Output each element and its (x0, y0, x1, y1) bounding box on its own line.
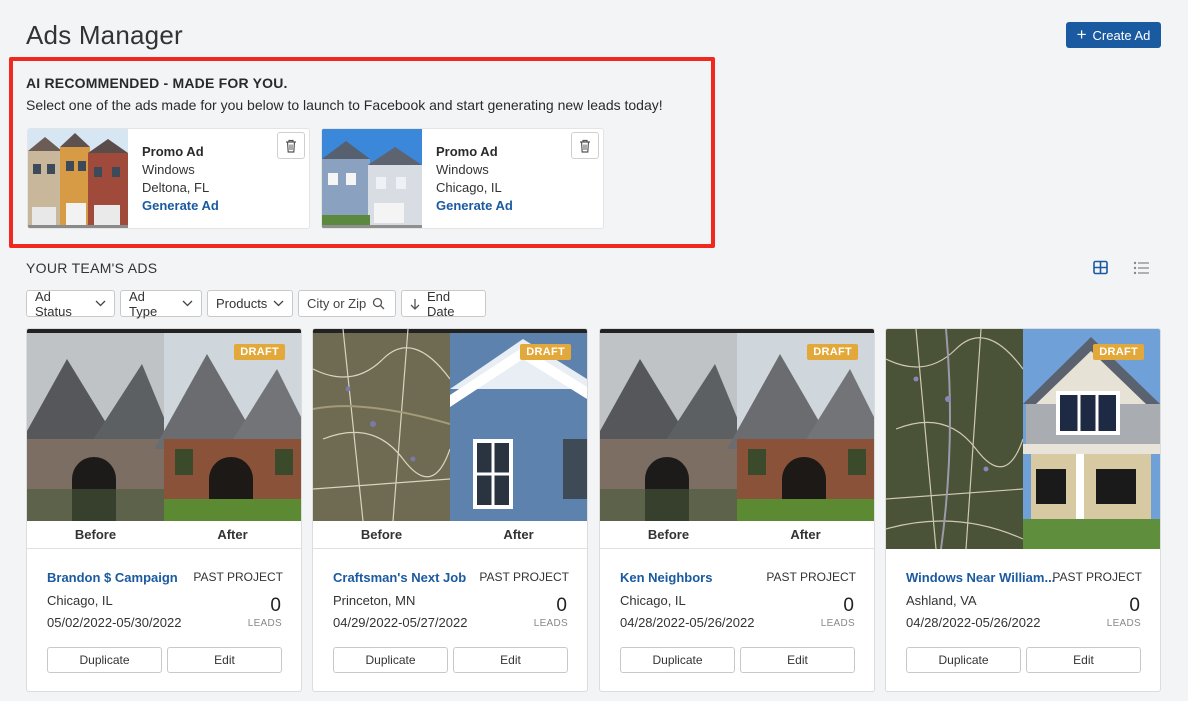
before-after-labels: Before After (600, 521, 874, 549)
leads-count: 0 (556, 595, 567, 616)
duplicate-button[interactable]: Duplicate (906, 647, 1021, 673)
list-view-icon[interactable] (1132, 260, 1150, 276)
ad-date-range: 04/29/2022-05/27/2022 (333, 615, 468, 630)
city-zip-placeholder: City or Zip (307, 296, 367, 311)
ad-title-link[interactable]: Craftsman's Next Job (333, 570, 468, 585)
city-zip-search[interactable]: City or Zip (298, 290, 396, 317)
ai-recommended-subtitle: Select one of the ads made for you below… (26, 97, 663, 113)
ad-card: DRAFT Before After Craftsman's Next Job … (312, 328, 588, 692)
leads-label: LEADS (820, 618, 855, 629)
page-title: Ads Manager (26, 20, 183, 50)
edit-button[interactable]: Edit (1026, 647, 1141, 673)
ad-type: PAST PROJECT (479, 570, 569, 584)
ad-type-filter[interactable]: Ad Type (120, 288, 202, 319)
promo-title: Promo Ad (436, 144, 498, 159)
trash-icon (580, 139, 590, 153)
ad-card: DRAFT Before After Ken Neighbors PAST PR… (599, 328, 875, 692)
ad-type-label: Ad Type (129, 288, 158, 319)
leads-count: 0 (270, 595, 281, 616)
leads-count: 0 (1129, 595, 1140, 616)
ad-title-link[interactable]: Ken Neighbors (620, 570, 755, 585)
ad-location: Princeton, MN (333, 593, 416, 608)
products-filter[interactable]: Products (207, 290, 293, 317)
ad-date-range: 04/28/2022-05/26/2022 (906, 615, 1041, 630)
after-label: After (217, 527, 248, 542)
after-label: After (503, 527, 534, 542)
promo-location: Deltona, FL (142, 180, 210, 195)
edit-button[interactable]: Edit (167, 647, 282, 673)
plus-icon: + (1076, 24, 1087, 44)
promo-card: Promo Ad Windows Chicago, IL Generate Ad (321, 128, 604, 229)
trash-icon (286, 139, 296, 153)
townhouse-thumbnail (322, 129, 422, 228)
end-date-label: End Date (427, 288, 455, 319)
ad-location: Chicago, IL (620, 593, 686, 608)
ad-card: DRAFT Before After Brandon $ Campaign PA… (26, 328, 302, 692)
edit-button[interactable]: Edit (453, 647, 568, 673)
promo-card: Promo Ad Windows Deltona, FL Generate Ad (27, 128, 310, 229)
ad-status-filter[interactable]: Ad Status (26, 288, 115, 319)
leads-label: LEADS (533, 618, 568, 629)
delete-promo-button[interactable] (571, 132, 599, 159)
duplicate-button[interactable]: Duplicate (620, 647, 735, 673)
before-label: Before (360, 527, 403, 542)
draft-badge: DRAFT (234, 344, 285, 360)
before-after-labels: Before After (313, 521, 587, 549)
draft-badge: DRAFT (1093, 344, 1144, 360)
ad-card: DRAFT Windows Near William... PAST PROJE… (885, 328, 1161, 692)
ai-recommended-panel: AI RECOMMENDED - MADE FOR YOU. Select on… (9, 57, 715, 248)
ai-recommended-title: AI RECOMMENDED - MADE FOR YOU. (26, 75, 288, 91)
team-ads-title: YOUR TEAM'S ADS (26, 260, 158, 276)
edit-button[interactable]: Edit (740, 647, 855, 673)
promo-product: Windows (436, 162, 489, 177)
draft-badge: DRAFT (807, 344, 858, 360)
chevron-down-icon (273, 300, 284, 307)
arrow-down-icon (410, 298, 420, 310)
chevron-down-icon (182, 300, 193, 307)
before-label: Before (647, 527, 690, 542)
ad-title-link[interactable]: Brandon $ Campaign (47, 570, 182, 585)
create-ad-label: Create Ad (1092, 27, 1151, 43)
before-label: Before (74, 527, 117, 542)
create-ad-button[interactable]: + Create Ad (1066, 22, 1161, 48)
before-after-image (886, 329, 1160, 549)
generate-ad-link[interactable]: Generate Ad (142, 198, 219, 213)
townhouse-thumbnail (28, 129, 128, 228)
leads-count: 0 (843, 595, 854, 616)
promo-location: Chicago, IL (436, 180, 502, 195)
ad-location: Ashland, VA (906, 593, 977, 608)
leads-label: LEADS (247, 618, 282, 629)
ad-status-label: Ad Status (35, 288, 72, 319)
promo-title: Promo Ad (142, 144, 204, 159)
grid-view-icon[interactable] (1092, 260, 1110, 276)
ad-date-range: 05/02/2022-05/30/2022 (47, 615, 182, 630)
chevron-down-icon (95, 300, 106, 307)
ad-location: Chicago, IL (47, 593, 113, 608)
draft-badge: DRAFT (520, 344, 571, 360)
promo-product: Windows (142, 162, 195, 177)
duplicate-button[interactable]: Duplicate (333, 647, 448, 673)
ad-type: PAST PROJECT (766, 570, 856, 584)
delete-promo-button[interactable] (277, 132, 305, 159)
leads-label: LEADS (1106, 618, 1141, 629)
end-date-sort[interactable]: End Date (401, 288, 486, 319)
search-icon (373, 297, 385, 310)
ad-type: PAST PROJECT (1052, 570, 1142, 584)
after-label: After (790, 527, 821, 542)
ad-date-range: 04/28/2022-05/26/2022 (620, 615, 755, 630)
ad-type: PAST PROJECT (193, 570, 283, 584)
duplicate-button[interactable]: Duplicate (47, 647, 162, 673)
generate-ad-link[interactable]: Generate Ad (436, 198, 513, 213)
products-label: Products (216, 296, 268, 311)
before-after-labels: Before After (27, 521, 301, 549)
ad-title-link[interactable]: Windows Near William... (906, 570, 1066, 585)
